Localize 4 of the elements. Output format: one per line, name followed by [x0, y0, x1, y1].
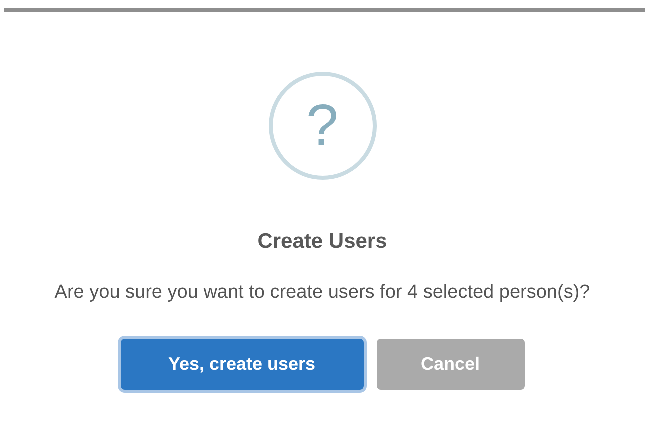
- question-icon: ?: [268, 72, 376, 180]
- confirm-button[interactable]: Yes, create users: [120, 339, 364, 390]
- dialog-title: Create Users: [258, 230, 388, 254]
- dialog-message: Are you sure you want to create users for 4 selected person(s)?: [54, 281, 592, 305]
